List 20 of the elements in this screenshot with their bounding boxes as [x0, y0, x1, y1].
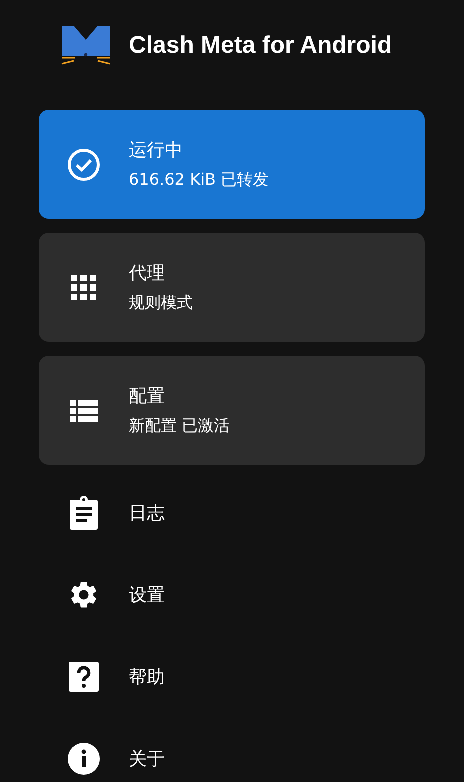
- info-icon: [67, 742, 101, 776]
- card-subtitle: 616.62 KiB 已转发: [129, 170, 270, 191]
- card-subtitle: 新配置 已激活: [129, 416, 230, 437]
- status-card[interactable]: 运行中 616.62 KiB 已转发: [39, 110, 425, 219]
- card-subtitle: 规则模式: [129, 293, 193, 314]
- list-icon: [70, 400, 98, 422]
- check-circle-icon: [67, 148, 101, 182]
- status-card[interactable]: 代理 规则模式: [39, 233, 425, 342]
- menu-item[interactable]: 日志: [0, 472, 464, 554]
- menu-item[interactable]: 设置: [0, 554, 464, 636]
- grid-icon: [71, 274, 97, 300]
- menu-item[interactable]: 关于: [0, 718, 464, 782]
- card-title: 配置: [129, 385, 166, 408]
- card-title: 代理: [129, 262, 166, 285]
- status-card[interactable]: 配置 新配置 已激活: [39, 356, 425, 465]
- menu-item[interactable]: 帮助: [0, 636, 464, 718]
- clipboard-icon: [69, 496, 99, 530]
- card-title: 运行中: [129, 139, 184, 162]
- help-icon: [69, 662, 99, 692]
- app-title: Clash Meta for Android: [129, 32, 392, 60]
